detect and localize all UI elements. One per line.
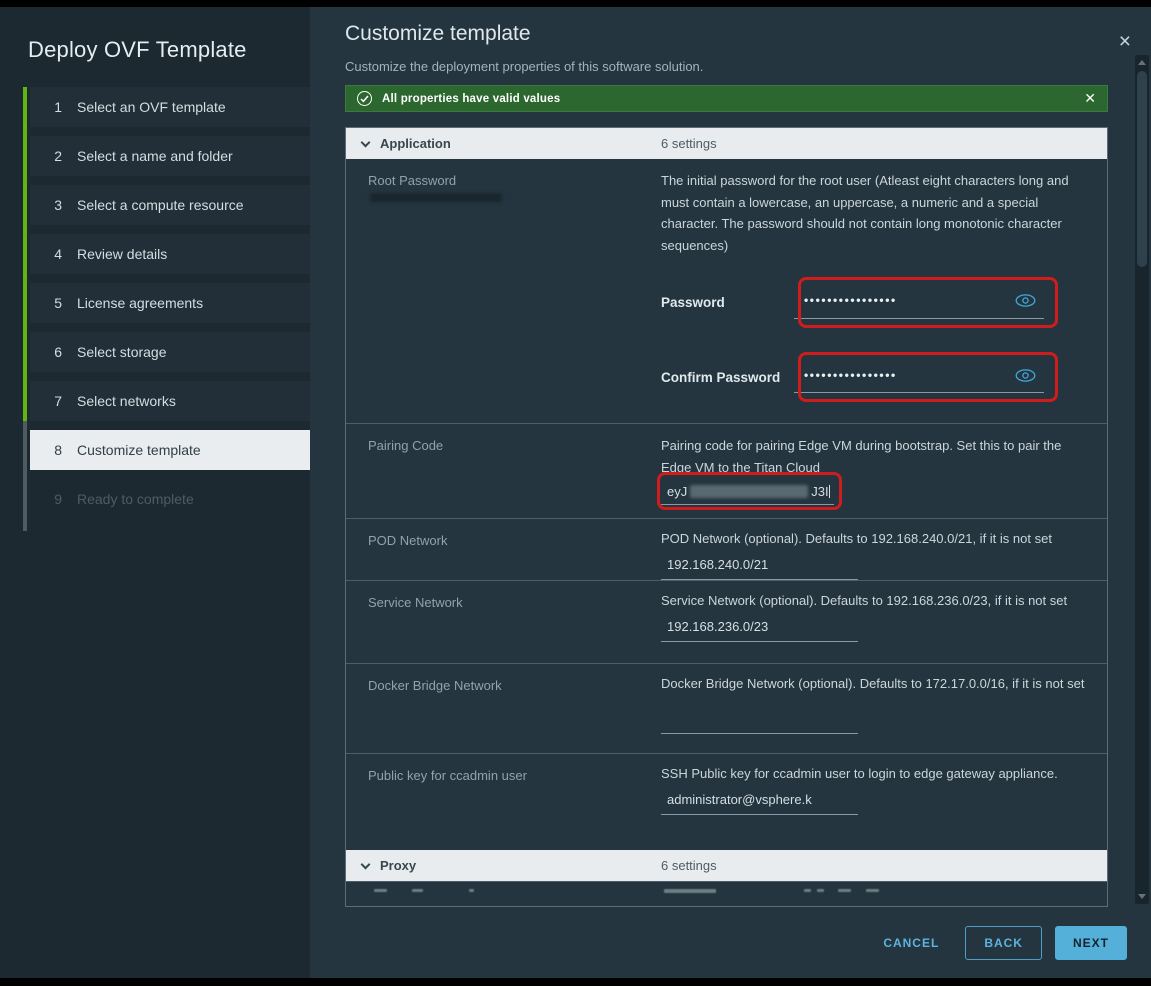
service-network-input[interactable]: 192.168.236.0/23	[661, 614, 858, 643]
row-public-key: Public key for ccadmin user SSH Public k…	[346, 753, 1107, 850]
section-settings-count: 6 settings	[661, 136, 717, 151]
confirm-password-masked-value: ••••••••••••••••	[804, 365, 1007, 387]
sidebar-step-8-active[interactable]: 8 Customize template	[30, 430, 310, 470]
row-label: Service Network	[346, 581, 661, 663]
close-icon[interactable]: ×	[1115, 27, 1135, 56]
sidebar-step-3[interactable]: 3 Select a compute resource	[30, 185, 310, 225]
sidebar-step-9: 9 Ready to complete	[30, 479, 310, 519]
dialog-title: Deploy OVF Template	[28, 37, 310, 63]
row-description: Docker Bridge Network (optional). Defaul…	[661, 673, 1089, 695]
redacted-value-blur	[690, 485, 808, 498]
step-label: Customize template	[77, 442, 201, 458]
step-label: License agreements	[77, 295, 203, 311]
row-label: POD Network	[346, 519, 661, 580]
pod-network-input[interactable]: 192.168.240.0/21	[661, 552, 858, 581]
sidebar-step-6[interactable]: 6 Select storage	[30, 332, 310, 372]
sidebar-step-5[interactable]: 5 License agreements	[30, 283, 310, 323]
wizard-footer: CANCEL BACK NEXT	[879, 926, 1127, 960]
deploy-ovf-dialog: Deploy OVF Template 1 Select an OVF temp…	[0, 7, 1151, 978]
wizard-main-panel: × Customize template Customize the deplo…	[310, 7, 1151, 978]
row-description: The initial password for the root user (…	[661, 170, 1089, 256]
show-confirm-password-eye-icon[interactable]	[1015, 369, 1036, 382]
step-label: Select storage	[77, 344, 167, 360]
progress-rail-remaining	[23, 421, 27, 531]
section-settings-count: 6 settings	[661, 858, 717, 873]
row-description: Pairing code for pairing Edge VM during …	[661, 435, 1089, 478]
check-circle-icon	[357, 91, 372, 106]
vertical-scrollbar[interactable]	[1135, 55, 1149, 904]
password-field-label: Password	[661, 292, 794, 314]
page-subtitle: Customize the deployment properties of t…	[345, 59, 1108, 74]
validation-banner: All properties have valid values ✕	[345, 85, 1108, 112]
row-label: Pairing Code	[346, 424, 661, 518]
row-label: Root Password	[368, 173, 456, 188]
row-description: Service Network (optional). Defaults to …	[661, 590, 1089, 612]
show-password-eye-icon[interactable]	[1015, 294, 1036, 307]
properties-table: Application 6 settings Root Password The…	[345, 127, 1108, 907]
wizard-sidebar: Deploy OVF Template 1 Select an OVF temp…	[0, 7, 310, 978]
text-caret	[829, 485, 830, 498]
sidebar-step-7[interactable]: 7 Select networks	[30, 381, 310, 421]
clipped-row	[346, 881, 1107, 901]
row-pod-network: POD Network POD Network (optional). Defa…	[346, 518, 1107, 580]
row-pairing-code: Pairing Code Pairing code for pairing Ed…	[346, 423, 1107, 518]
public-key-input[interactable]: administrator@vsphere.k	[661, 787, 858, 816]
confirm-password-field-label: Confirm Password	[661, 367, 794, 389]
page-title: Customize template	[345, 7, 1108, 46]
confirm-password-input[interactable]: ••••••••••••••••	[794, 362, 1044, 394]
row-docker-bridge-network: Docker Bridge Network Docker Bridge Netw…	[346, 663, 1107, 753]
scroll-down-icon[interactable]	[1138, 894, 1146, 899]
step-label: Select an OVF template	[77, 99, 226, 115]
chevron-down-icon	[361, 137, 371, 147]
docker-bridge-network-input[interactable]	[661, 712, 858, 734]
sidebar-step-1[interactable]: 1 Select an OVF template	[30, 87, 310, 127]
row-service-network: Service Network Service Network (optiona…	[346, 580, 1107, 663]
progress-rail-complete	[23, 87, 27, 421]
next-button[interactable]: NEXT	[1055, 926, 1127, 960]
chevron-down-icon	[361, 859, 371, 869]
row-description: POD Network (optional). Defaults to 192.…	[661, 528, 1089, 550]
row-root-password: Root Password The initial password for t…	[346, 159, 1107, 423]
cancel-button[interactable]: CANCEL	[879, 927, 943, 959]
pairing-code-input[interactable]: eyJJ3I	[661, 482, 834, 505]
step-label: Ready to complete	[77, 491, 194, 507]
section-header-application[interactable]: Application 6 settings	[346, 128, 1107, 159]
step-label: Review details	[77, 246, 167, 262]
step-label: Select a name and folder	[77, 148, 233, 164]
row-label: Docker Bridge Network	[346, 664, 661, 753]
banner-close-icon[interactable]: ✕	[1084, 90, 1096, 107]
sidebar-step-2[interactable]: 2 Select a name and folder	[30, 136, 310, 176]
step-label: Select networks	[77, 393, 176, 409]
banner-text: All properties have valid values	[382, 93, 560, 105]
back-button[interactable]: BACK	[965, 926, 1042, 960]
password-masked-value: ••••••••••••••••	[804, 290, 1007, 312]
redacted-smudge	[370, 193, 502, 202]
step-label: Select a compute resource	[77, 197, 244, 213]
section-header-proxy[interactable]: Proxy 6 settings	[346, 850, 1107, 881]
row-label: Public key for ccadmin user	[346, 754, 661, 850]
password-input[interactable]: ••••••••••••••••	[794, 287, 1044, 319]
scrollbar-thumb[interactable]	[1137, 71, 1147, 267]
row-description: SSH Public key for ccadmin user to login…	[661, 763, 1089, 785]
sidebar-step-4[interactable]: 4 Review details	[30, 234, 310, 274]
scroll-up-icon[interactable]	[1138, 60, 1146, 65]
